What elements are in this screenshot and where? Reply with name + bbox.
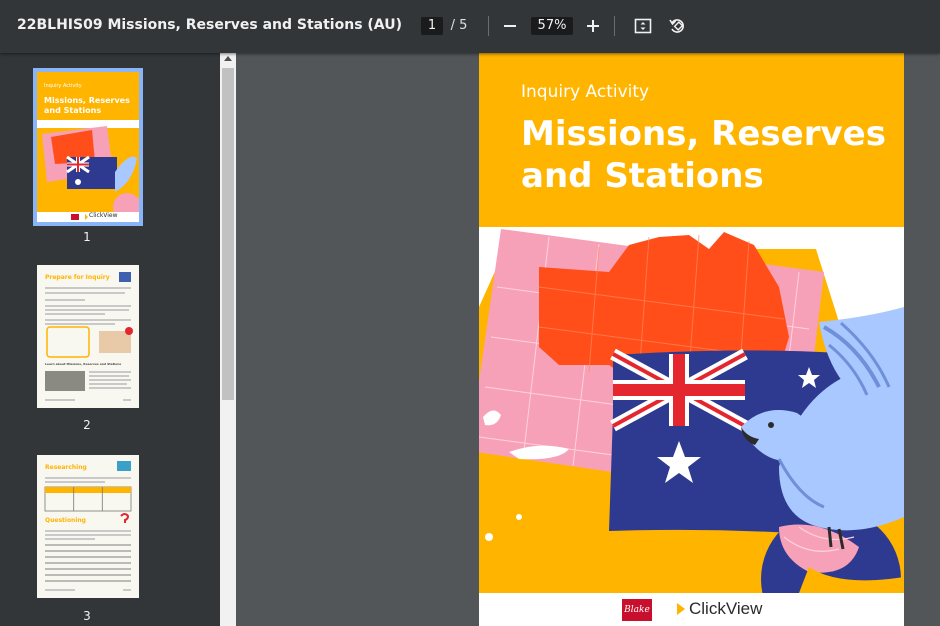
thumbnail-3-heading: Researching [45,464,87,471]
thumbnail-page-3-preview [37,455,139,598]
thumbnail-sidebar: Inquiry Activity Missions, Reserves and … [0,53,220,626]
cover-footer: Blake ClickView [479,593,904,626]
document-title: 22BLHIS09 Missions, Reserves and Station… [17,17,402,33]
page-count: / 5 [450,18,468,33]
cover-title: Missions, Reserves and Stations [521,114,886,196]
thumbnail-3-heading2: Questioning [45,517,86,524]
clickview-play-icon [677,603,685,615]
plus-icon [587,20,599,32]
toolbar-divider [614,16,615,36]
fit-to-page-button[interactable] [631,14,655,38]
cover-header: Inquiry Activity Missions, Reserves and … [479,53,904,227]
thumbnail-2-subheading: Learn about Missions, Reserves and Stati… [45,362,122,366]
rotate-icon [669,19,684,33]
thumbnail-page-2-preview [37,265,139,408]
cover-illustration [479,227,904,593]
toolbar-divider [488,16,489,36]
thumbnail-page-3[interactable]: Researching Questioning [37,455,139,598]
minus-icon [504,25,516,27]
thumbnail-1-title: Missions, Reserves and Stations [44,96,130,115]
sidebar-scrollbar-thumb[interactable] [222,68,234,400]
pdf-page-1: Inquiry Activity Missions, Reserves and … [479,53,904,626]
zoom-out-button[interactable] [498,14,522,38]
scroll-up-arrow-icon[interactable] [224,56,232,61]
thumbnail-page-1[interactable]: Inquiry Activity Missions, Reserves and … [33,68,143,226]
clickview-logo: ClickView [676,598,762,620]
thumbnail-page-1-preview [37,72,141,222]
thumbnail-page-2[interactable]: Prepare for Inquiry Learn about Missions… [37,265,139,408]
thumbnail-1-brand: ClickView [89,212,118,219]
zoom-in-button[interactable] [581,14,605,38]
thumbnail-label-3: 3 [83,609,91,623]
clickview-logo-text: ClickView [689,599,763,618]
cover-subtitle: Inquiry Activity [521,82,650,102]
thumbnail-1-subtitle: Inquiry Activity [44,83,82,89]
page-number-input[interactable]: 1 [421,17,443,35]
zoom-input[interactable]: 57% [531,17,573,35]
rotate-button[interactable] [665,14,689,38]
blake-logo: Blake [622,599,652,621]
pdf-toolbar: 22BLHIS09 Missions, Reserves and Station… [0,0,940,53]
thumbnail-label-2: 2 [83,418,91,432]
fit-page-icon [634,18,652,34]
thumbnail-2-heading: Prepare for Inquiry [45,274,110,281]
thumbnail-label-1: 1 [83,230,91,244]
